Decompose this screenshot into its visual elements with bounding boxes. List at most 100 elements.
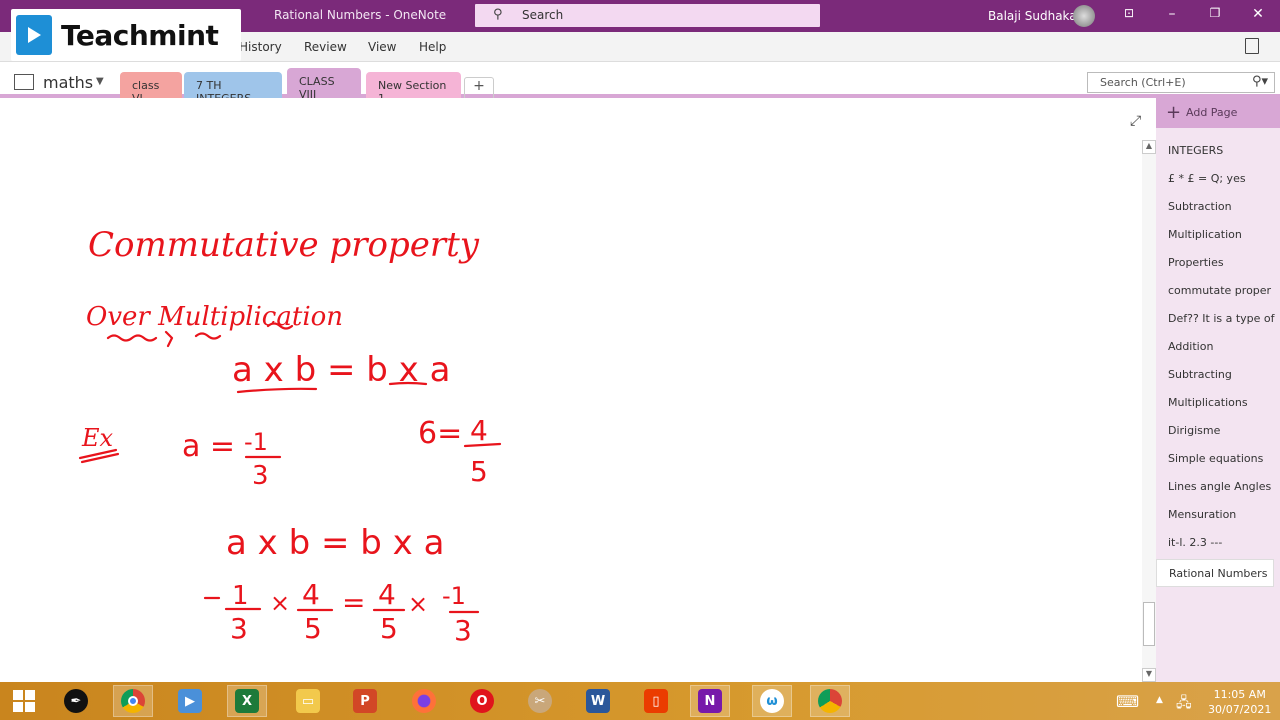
ribbon-display-icon[interactable]: ⊡ bbox=[1119, 6, 1139, 20]
taskbar-excel[interactable]: X bbox=[227, 685, 267, 717]
taskbar-media-player[interactable]: ▶ bbox=[170, 685, 210, 717]
page-list-panel: + Add Page INTEGERS £ * £ = Q; yes Subtr… bbox=[1156, 98, 1280, 682]
start-button[interactable] bbox=[4, 685, 44, 717]
maximize-button[interactable]: ❐ bbox=[1205, 6, 1225, 20]
powerpoint-icon: P bbox=[353, 689, 377, 713]
title-search-placeholder: Search bbox=[522, 8, 564, 22]
add-page-label: Add Page bbox=[1186, 106, 1238, 119]
ink-text-b-den: 5 bbox=[470, 455, 488, 488]
opera-icon: O bbox=[470, 689, 494, 713]
menu-review[interactable]: Review bbox=[304, 40, 347, 54]
add-section-button[interactable]: + bbox=[464, 77, 494, 98]
add-page-button[interactable]: + Add Page bbox=[1156, 98, 1280, 128]
menu-help[interactable]: Help bbox=[419, 40, 446, 54]
page-item[interactable]: Properties bbox=[1168, 256, 1224, 269]
close-button[interactable]: ✕ bbox=[1248, 6, 1268, 22]
pen-nib-icon: ✒ bbox=[64, 689, 88, 713]
page-item[interactable]: Subtracting bbox=[1168, 368, 1232, 381]
page-item[interactable]: Subtraction bbox=[1168, 200, 1232, 213]
page-item[interactable]: commutate proper bbox=[1168, 284, 1271, 297]
ink-digit: 5 bbox=[304, 612, 322, 645]
full-page-view-icon[interactable] bbox=[1245, 38, 1259, 54]
ink-example: Ex a = -1 3 6= 4 5 bbox=[78, 414, 502, 491]
show-hidden-icons[interactable]: ▲ bbox=[1156, 695, 1163, 705]
ink-times: × bbox=[408, 590, 428, 618]
taskbar-onenote[interactable]: N bbox=[690, 685, 730, 717]
ink-digit: 3 bbox=[230, 612, 248, 645]
ink-over-multiplication: Over Multiplication bbox=[86, 302, 343, 348]
page-item[interactable]: Lines angle Angles bbox=[1168, 480, 1271, 493]
ink-times: × bbox=[270, 589, 290, 617]
page-item[interactable]: Def?? It is a type of bbox=[1168, 312, 1275, 325]
clock-time: 11:05 AM bbox=[1213, 688, 1266, 701]
ink-text-b-eq: 6= bbox=[418, 416, 462, 451]
search-icon[interactable]: ⚲▾ bbox=[1252, 74, 1268, 89]
chevron-down-icon[interactable]: ▼ bbox=[96, 76, 104, 87]
taskbar-snipping-tool[interactable]: ✂ bbox=[520, 685, 560, 717]
taskbar-firefox[interactable] bbox=[404, 685, 444, 717]
minimize-button[interactable]: – bbox=[1162, 6, 1182, 22]
section-tab-class-vi[interactable]: class VI bbox=[120, 72, 182, 105]
taskbar-file-explorer[interactable]: ▭ bbox=[288, 685, 328, 717]
plus-icon: + bbox=[1166, 102, 1182, 123]
network-icon[interactable]: 🖧 bbox=[1176, 692, 1192, 716]
ink-text-a-eq: a = bbox=[182, 429, 235, 464]
page-item[interactable]: Dirigisme bbox=[1168, 424, 1220, 437]
section-tab-7th-integers[interactable]: 7 TH INTEGERS bbox=[184, 72, 282, 105]
taskbar-pen-app[interactable]: ✒ bbox=[56, 685, 96, 717]
menu-view[interactable]: View bbox=[368, 40, 396, 54]
notebook-name[interactable]: maths bbox=[43, 73, 93, 92]
ink-text-ex: Ex bbox=[81, 424, 114, 452]
taskbar-chrome[interactable] bbox=[113, 685, 153, 717]
page-search-input[interactable]: Search (Ctrl+E) ⚲▾ bbox=[1087, 72, 1275, 93]
ink-digit: -1 bbox=[442, 582, 466, 610]
teachmint-book-icon bbox=[16, 15, 52, 55]
ink-text-b-num: 4 bbox=[470, 414, 488, 447]
page-item[interactable]: Addition bbox=[1168, 340, 1213, 353]
avatar[interactable] bbox=[1073, 5, 1095, 27]
note-canvas[interactable]: Commutative property Over Multiplication… bbox=[0, 98, 1142, 682]
page-item[interactable]: £ * £ = Q; yes bbox=[1168, 172, 1246, 185]
keyboard-icon[interactable]: ⌨ bbox=[1116, 692, 1139, 711]
user-name[interactable]: Balaji Sudhakar bbox=[988, 9, 1082, 23]
page-item-integers[interactable]: INTEGERS bbox=[1168, 144, 1223, 157]
page-item[interactable]: it-l. 2.3 --- bbox=[1168, 536, 1222, 549]
windows-icon bbox=[13, 690, 35, 712]
menu-history[interactable]: History bbox=[239, 40, 282, 54]
onenote-icon: N bbox=[698, 689, 722, 713]
expand-icon[interactable]: ⤢ bbox=[1130, 113, 1141, 129]
taskbar-opera[interactable]: O bbox=[462, 685, 502, 717]
window-title: Rational Numbers - OneNote bbox=[274, 8, 447, 22]
vertical-scrollbar[interactable]: ▲ ▼ bbox=[1142, 140, 1156, 682]
ink-substitution: 1 3 × 4 5 = 4 5 × -1 3 bbox=[203, 578, 480, 647]
ink-text-a-den: 3 bbox=[252, 461, 269, 491]
firefox-icon bbox=[412, 689, 436, 713]
page-item[interactable]: Multiplication bbox=[1168, 228, 1242, 241]
section-tab-new-section-1[interactable]: New Section 1 bbox=[366, 72, 461, 105]
ink-axb-definition: a x b = b x a bbox=[232, 350, 450, 394]
scroll-down-button[interactable]: ▼ bbox=[1142, 668, 1156, 682]
notebook-icon[interactable] bbox=[14, 74, 34, 90]
page-item[interactable]: Multiplications bbox=[1168, 396, 1248, 409]
page-item[interactable]: Simple equations bbox=[1168, 452, 1263, 465]
scroll-up-button[interactable]: ▲ bbox=[1142, 140, 1156, 154]
system-clock[interactable]: 11:05 AM 30/07/2021 bbox=[1208, 687, 1271, 717]
section-tab-class-viii[interactable]: CLASS VIII bbox=[287, 68, 361, 101]
taskbar-word[interactable]: W bbox=[578, 685, 618, 717]
page-item-selected[interactable]: Rational Numbers bbox=[1156, 559, 1274, 587]
ink-digit: 1 bbox=[232, 581, 249, 611]
play-icon: ▶ bbox=[178, 689, 202, 713]
page-search-placeholder: Search (Ctrl+E) bbox=[1100, 76, 1186, 89]
scroll-thumb[interactable] bbox=[1143, 602, 1155, 646]
ink-digit: 4 bbox=[302, 578, 320, 611]
page-item[interactable]: Mensuration bbox=[1168, 508, 1236, 521]
taskbar-powerpoint[interactable]: P bbox=[345, 685, 385, 717]
taskbar-office[interactable]: ▯ bbox=[636, 685, 676, 717]
ink-equals: = bbox=[342, 586, 365, 619]
section-tab-bar: maths ▼ class VI 7 TH INTEGERS CLASS VII… bbox=[0, 62, 1280, 105]
clock-date: 30/07/2021 bbox=[1208, 703, 1272, 716]
title-search-box[interactable]: ⚲ Search bbox=[475, 4, 820, 27]
ink-squiggle-underline bbox=[106, 330, 174, 348]
taskbar-whiteboard[interactable]: ω bbox=[752, 685, 792, 717]
taskbar-chrome-profile[interactable] bbox=[810, 685, 850, 717]
